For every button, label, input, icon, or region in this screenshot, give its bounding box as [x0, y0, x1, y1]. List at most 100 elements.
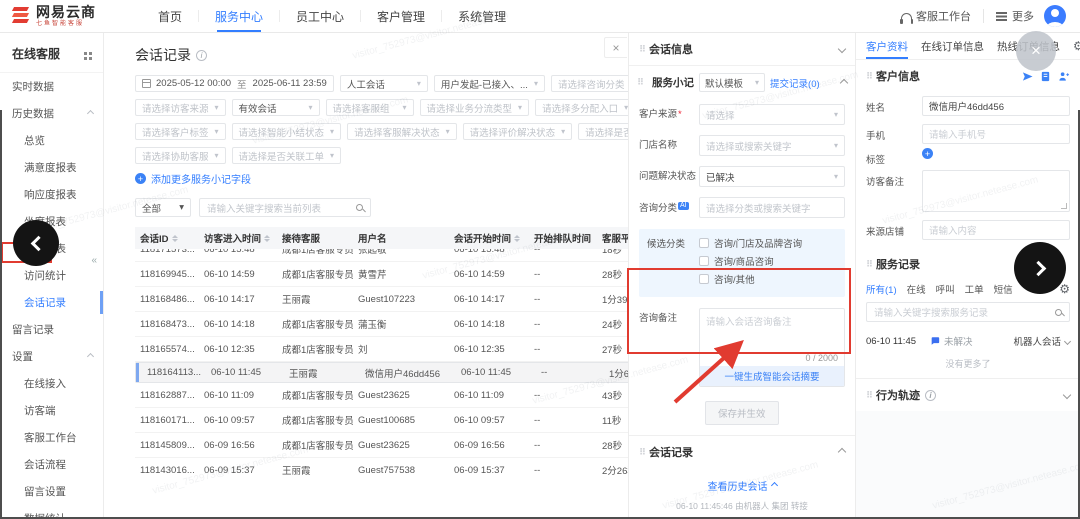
column-header[interactable]: 会话ID — [135, 231, 199, 245]
chevron-up-icon[interactable] — [840, 78, 848, 86]
sidebar-item[interactable]: 响应度报表 — [0, 181, 103, 208]
view-history-link[interactable]: 查看历史会话 — [629, 478, 855, 493]
nav-item[interactable]: 系统管理 — [458, 0, 506, 32]
chevron-up-icon[interactable] — [838, 448, 846, 456]
add-contact-icon[interactable] — [1058, 71, 1070, 82]
sidebar-item[interactable]: 历史数据 — [0, 100, 103, 127]
service-tab[interactable]: 工单 — [965, 282, 984, 296]
consult-category-input[interactable]: 请选择分类或搜索关键字 — [699, 197, 845, 218]
table-row[interactable]: 118165574...06-10 12:35成都1店客服专员2刘06-10 1… — [135, 337, 628, 362]
filter-select[interactable]: 请选择访客来源▾ — [135, 99, 226, 116]
memo-icon[interactable] — [1040, 71, 1051, 82]
sidebar-item[interactable]: 满意度报表 — [0, 154, 103, 181]
table-row[interactable]: 118168473...06-10 14:18成都1店客服专员2蒲玉衡06-10… — [135, 312, 628, 337]
table-row[interactable]: 118169945...06-10 14:59成都1店客服专员2黄雪芹06-10… — [135, 262, 628, 287]
avatar[interactable] — [1044, 5, 1066, 27]
filter-select[interactable]: 用户发起-已接入、...▾ — [434, 75, 545, 92]
sidebar-collapse-icon[interactable]: « — [91, 255, 97, 266]
table-row[interactable]: 118168486...06-10 14:17王丽霞Guest10722306-… — [135, 287, 628, 312]
service-tab[interactable]: 所有(1) — [866, 282, 897, 296]
workbench-link[interactable]: 客服工作台 — [916, 8, 971, 24]
table-row[interactable]: 118162887...06-10 11:09成都1店客服专员2Guest236… — [135, 383, 628, 408]
filter-select[interactable]: 请选择业务分流类型▾ — [420, 99, 530, 116]
tab-orders[interactable]: 在线订单信息 — [921, 33, 984, 59]
tab-customer-profile[interactable]: 客户资料 — [866, 33, 908, 59]
more-menu[interactable]: 更多 — [1012, 8, 1034, 24]
sidebar-item[interactable]: 总览 — [0, 127, 103, 154]
filter-select[interactable]: 请选择是否关联工单▾ — [232, 147, 342, 164]
sidebar-item[interactable]: 会话记录 — [0, 289, 103, 316]
service-record-row[interactable]: 06-10 11:45 未解决 机器人会话 — [856, 329, 1080, 353]
name-input[interactable]: 微信用户46dd456 — [922, 96, 1070, 116]
filter-select[interactable]: 请选择咨询分类▾ — [551, 75, 628, 92]
resolve-status-select[interactable]: 已解决▾ — [699, 166, 845, 187]
category-checkbox[interactable]: 咨询/其他 — [699, 272, 802, 286]
add-note-field-link[interactable]: + 添加更多服务小记字段 — [135, 171, 628, 186]
filter-select[interactable]: 请选择客服解决状态▾ — [347, 123, 457, 140]
filter-select[interactable]: 请选择协助客服▾ — [135, 147, 226, 164]
sidebar-item[interactable]: 在线接入 — [0, 370, 103, 397]
table-row[interactable]: 118160171...06-10 09:57成都1店客服专员2Guest100… — [135, 408, 628, 433]
gear-icon[interactable]: ⚙ — [1073, 40, 1080, 52]
sidebar-item[interactable]: 留言设置 — [0, 478, 103, 505]
filter-select[interactable]: 请选择智能小结状态▾ — [232, 123, 342, 140]
phone-input[interactable]: 请输入手机号 — [922, 124, 1070, 144]
column-header[interactable]: 访客进入时间 — [199, 231, 277, 245]
remark-textarea[interactable]: 请输入会话咨询备注 — [700, 309, 844, 353]
table-row[interactable]: 118171573...06-10 15:48成都1店客服专员1张起敬06-10… — [135, 249, 628, 262]
source-store-input[interactable]: 请输入内容 — [922, 220, 1070, 240]
sidebar-item[interactable]: 设置 — [0, 343, 103, 370]
filter-select[interactable]: 请选择评价解决状态▾ — [463, 123, 573, 140]
nav-item[interactable]: 员工中心 — [296, 0, 344, 32]
add-tag-icon[interactable]: + — [922, 148, 933, 159]
customer-source-select[interactable]: 请选择▾ — [699, 104, 845, 125]
visitor-remark-textarea[interactable] — [922, 170, 1070, 212]
category-checkbox[interactable]: 咨询/门店及品牌咨询 — [699, 236, 802, 250]
filter-select[interactable]: 人工会话▾ — [340, 75, 428, 92]
submit-records-link[interactable]: 提交记录(0) — [770, 76, 820, 90]
date-range-filter[interactable]: 2025-05-12 00:00至2025-06-11 23:59 — [135, 75, 334, 92]
gear-icon[interactable]: ⚙ — [1059, 283, 1070, 295]
save-button[interactable]: 保存并生效 — [705, 401, 779, 425]
category-checkbox[interactable]: 咨询/商品咨询 — [699, 254, 802, 268]
keyword-search-input[interactable]: 请输入关键字搜索当前列表 — [199, 198, 371, 217]
nav-item[interactable]: 服务中心 — [215, 0, 263, 32]
sidebar-item[interactable]: 留言记录 — [0, 316, 103, 343]
ai-summary-button[interactable]: 一键生成智能会话摘要 — [700, 366, 844, 386]
next-step-button[interactable] — [1014, 242, 1066, 294]
panel-close-button[interactable]: × — [1016, 31, 1056, 71]
service-tab[interactable]: 呼叫 — [936, 282, 955, 296]
sidebar-item[interactable]: 客服工作台 — [0, 424, 103, 451]
filter-select[interactable]: 请选择多分配入口▾ — [535, 99, 628, 116]
service-tab[interactable]: 在线 — [907, 282, 926, 296]
prev-step-button[interactable] — [13, 220, 59, 266]
filter-select[interactable]: 有效会话▾ — [232, 99, 320, 116]
sidebar-item[interactable]: 访客端 — [0, 397, 103, 424]
sort-icon[interactable] — [514, 235, 520, 242]
service-record-search-input[interactable]: 请输入关键字搜索服务记录 — [866, 302, 1070, 322]
table-row[interactable]: 118145809...06-09 16:56成都1店客服专员2Guest236… — [135, 433, 628, 458]
table-row[interactable]: 118143016...06-09 15:37王丽霞Guest75753806-… — [135, 458, 628, 482]
sort-icon[interactable] — [172, 235, 178, 242]
chevron-down-icon[interactable] — [838, 45, 846, 53]
template-select[interactable]: 默认模板 ▾ — [699, 73, 765, 92]
panel-close-tab[interactable]: × — [604, 37, 627, 58]
column-header[interactable]: 会话开始时间 — [449, 231, 529, 245]
service-tab[interactable]: 短信 — [994, 282, 1013, 296]
table-row[interactable]: 118164113...06-10 11:45王丽霞微信用户46dd45606-… — [135, 362, 628, 383]
filter-select[interactable]: 请选择客户标签▾ — [135, 123, 226, 140]
sort-icon[interactable] — [264, 235, 270, 242]
nav-item[interactable]: 首页 — [158, 0, 182, 32]
sidebar-item[interactable]: 实时数据 — [0, 73, 103, 100]
sidebar-item[interactable]: 数据统计 — [0, 505, 103, 519]
apps-grid-icon[interactable] — [84, 52, 87, 55]
store-name-select[interactable]: 请选择或搜索关键字▾ — [699, 135, 845, 156]
sidebar-item[interactable]: 会话流程 — [0, 451, 103, 478]
send-icon[interactable] — [1022, 71, 1033, 82]
nav-item[interactable]: 客户管理 — [377, 0, 425, 32]
filter-select[interactable]: 请选择是否一解会话▾ — [578, 123, 628, 140]
sidebar-item[interactable]: 访问统计 — [0, 262, 103, 289]
filter-select[interactable]: 请选择客服组▾ — [326, 99, 414, 116]
search-scope-select[interactable]: 全部▾ — [135, 198, 191, 217]
chevron-down-icon[interactable] — [1063, 391, 1071, 399]
